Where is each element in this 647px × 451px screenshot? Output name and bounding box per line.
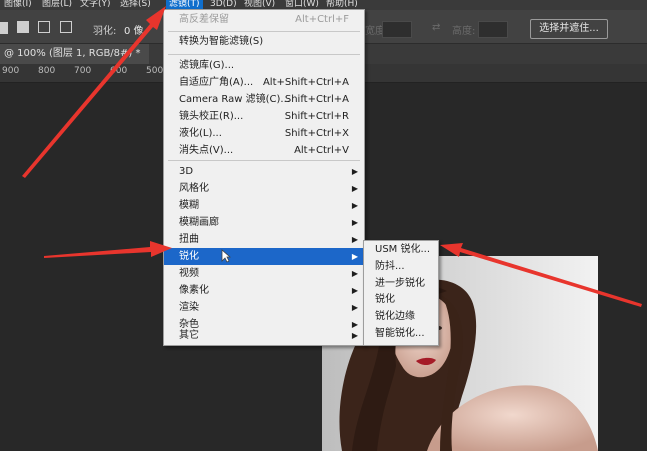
menu-item-liquify[interactable]: 液化(L)... Shift+Ctrl+X [164, 125, 364, 142]
menu-separator [168, 54, 360, 55]
submenu-arrow-icon: ▶ [351, 201, 358, 210]
filter-menu: 高反差保留 Alt+Ctrl+F 转换为智能滤镜(S) 滤镜库(G)... 自适… [163, 9, 365, 346]
submenu-arrow-icon: ▶ [351, 286, 358, 295]
menu-item-lens-correction[interactable]: 镜头校正(R)... Shift+Ctrl+R [164, 108, 364, 125]
menu-item-camera-raw[interactable]: Camera Raw 滤镜(C)... Shift+Ctrl+A [164, 91, 364, 108]
menu-item-blur-gallery[interactable]: 模糊画廊 ▶ [164, 214, 364, 231]
submenu-arrow-icon: ▶ [351, 331, 358, 340]
menu-item-filter-gallery[interactable]: 滤镜库(G)... [164, 57, 364, 74]
mouse-cursor-icon [221, 249, 231, 263]
menu-item-distort[interactable]: 扭曲 ▶ [164, 231, 364, 248]
width-input[interactable] [382, 21, 412, 38]
submenu-arrow-icon: ▶ [351, 269, 358, 278]
submenu-arrow-icon: ▶ [351, 303, 358, 312]
submenu-arrow-icon: ▶ [351, 252, 358, 261]
submenu-item-sharpen-more[interactable]: 进一步锐化 [364, 276, 438, 292]
submenu-arrow-icon: ▶ [351, 235, 358, 244]
menu-item-pixelate[interactable]: 像素化 ▶ [164, 282, 364, 299]
menu-item-vanishing-point[interactable]: 消失点(V)... Alt+Ctrl+V [164, 142, 364, 159]
swap-icon[interactable]: ⇄ [432, 22, 440, 33]
select-and-mask-button[interactable]: 选择并遮住... [530, 19, 608, 39]
submenu-item-unsharp-mask[interactable]: USM 锐化... [364, 242, 438, 258]
menu-item-sharpen[interactable]: 锐化 ▶ [164, 248, 364, 265]
sharpen-submenu: USM 锐化... 防抖... 进一步锐化 锐化 锐化边缘 智能锐化... [363, 240, 439, 346]
menu-item-blur[interactable]: 模糊 ▶ [164, 197, 364, 214]
ruler-tick: 500 [146, 66, 164, 76]
document-tab[interactable]: @ 100% (图层 1, RGB/8#) * [0, 44, 149, 64]
height-input[interactable] [478, 21, 508, 38]
menu-item-convert-smart-filter[interactable]: 转换为智能滤镜(S) [164, 33, 364, 50]
submenu-arrow-icon: ▶ [351, 218, 358, 227]
selection-mode-new-icon[interactable] [0, 22, 8, 34]
feather-input[interactable]: 0 像 [124, 22, 144, 37]
menu-separator [168, 31, 360, 32]
menu-item-adaptive-wide-angle[interactable]: 自适应广角(A)... Alt+Shift+Ctrl+A [164, 74, 364, 91]
ruler-tick: 600 [110, 66, 128, 76]
menu-item-video[interactable]: 视频 ▶ [164, 265, 364, 282]
submenu-item-sharpen-edges[interactable]: 锐化边缘 [364, 309, 438, 325]
submenu-item-shake-reduction[interactable]: 防抖... [364, 259, 438, 275]
selection-mode-intersect-icon[interactable] [60, 21, 72, 33]
menu-layer[interactable]: 图层(L) [42, 0, 72, 10]
ruler-tick: 700 [74, 66, 92, 76]
menu-item-3d[interactable]: 3D ▶ [164, 163, 364, 180]
menu-image[interactable]: 图像(I) [4, 0, 32, 10]
height-label: 高度: [452, 26, 476, 37]
ruler-tick: 800 [38, 66, 56, 76]
menu-select[interactable]: 选择(S) [120, 0, 151, 10]
submenu-item-sharpen[interactable]: 锐化 [364, 292, 438, 308]
selection-mode-subtract-icon[interactable] [38, 21, 50, 33]
submenu-arrow-icon: ▶ [351, 167, 358, 176]
menu-item-other[interactable]: 其它 ▶ [164, 327, 364, 344]
arrow-to-sharpen-icon [44, 241, 172, 258]
submenu-item-smart-sharpen[interactable]: 智能锐化... [364, 326, 438, 342]
menu-item-render[interactable]: 渲染 ▶ [164, 299, 364, 316]
menu-item-high-pass[interactable]: 高反差保留 Alt+Ctrl+F [164, 11, 364, 28]
feather-label: 羽化: [93, 26, 117, 37]
menu-separator [168, 160, 360, 161]
submenu-arrow-icon: ▶ [351, 184, 358, 193]
ruler-tick: 900 [2, 66, 20, 76]
menu-item-stylize[interactable]: 风格化 ▶ [164, 180, 364, 197]
menu-type[interactable]: 文字(Y) [80, 0, 111, 10]
selection-mode-add-icon[interactable] [17, 21, 29, 33]
